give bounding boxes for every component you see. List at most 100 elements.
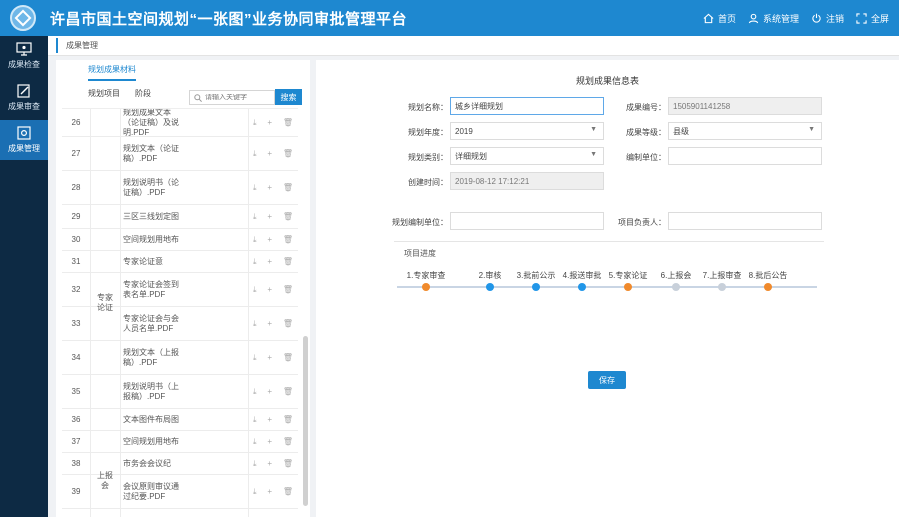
table-row[interactable]: 34 规划文本（上报稿）.PDF ⤓ + 🗑 (62, 341, 298, 375)
download-icon[interactable]: ⤓ (253, 118, 257, 128)
progress-step-dot[interactable] (578, 283, 586, 291)
row-file-name[interactable]: 文本图件布局图 (123, 415, 181, 425)
progress-step-label: 5.专家论证 (608, 271, 648, 280)
download-icon[interactable]: ⤓ (253, 387, 257, 397)
add-icon[interactable]: + (267, 353, 272, 363)
search-input[interactable] (205, 94, 273, 101)
delete-icon[interactable]: 🗑 (283, 415, 293, 425)
add-icon[interactable]: + (267, 459, 272, 469)
progress-step-dot[interactable] (718, 283, 726, 291)
add-icon[interactable]: + (267, 118, 272, 128)
search-button[interactable]: 搜索 (275, 89, 302, 105)
delete-icon[interactable]: 🗑 (283, 459, 293, 469)
download-icon[interactable]: ⤓ (253, 149, 257, 159)
sidebar-item-review[interactable]: 成果审查 (0, 78, 48, 118)
search-box[interactable] (189, 90, 275, 105)
delete-icon[interactable]: 🗑 (283, 487, 293, 497)
delete-icon[interactable]: 🗑 (283, 118, 293, 128)
plan-year-select[interactable]: 2019 ▼ (450, 122, 604, 140)
download-icon[interactable]: ⤓ (253, 437, 257, 447)
row-file-name[interactable]: 专家论证意见.PDF (123, 257, 181, 267)
table-row[interactable]: 26 规划成果文本（论证稿）及说明.PDF ⤓ + 🗑 (62, 109, 298, 137)
sidebar-item-check[interactable]: 成果检查 (0, 36, 48, 76)
breadcrumb-tab[interactable]: 成果管理 (56, 38, 106, 53)
save-button[interactable]: 保存 (588, 371, 626, 389)
download-icon[interactable]: ⤓ (253, 212, 257, 222)
delete-icon[interactable]: 🗑 (283, 235, 293, 245)
row-file-name[interactable]: 专家论证会与会人员名单.PDF (123, 314, 181, 334)
download-icon[interactable]: ⤓ (253, 183, 257, 193)
add-icon[interactable]: + (267, 149, 272, 159)
table-row[interactable]: 35 规划说明书（上报稿）.PDF ⤓ + 🗑 (62, 375, 298, 409)
download-icon[interactable]: ⤓ (253, 257, 257, 267)
download-icon[interactable]: ⤓ (253, 285, 257, 295)
row-file-name[interactable]: 会议原则审议通过纪要.PDF (123, 482, 181, 502)
download-icon[interactable]: ⤓ (253, 487, 257, 497)
download-icon[interactable]: ⤓ (253, 235, 257, 245)
progress-step-dot[interactable] (764, 283, 772, 291)
nav-fullscreen[interactable]: 全屏 (856, 12, 889, 25)
delete-icon[interactable]: 🗑 (283, 285, 293, 295)
download-icon[interactable]: ⤓ (253, 319, 257, 329)
maker-field[interactable] (450, 212, 604, 230)
progress-step-dot[interactable] (532, 283, 540, 291)
delete-icon[interactable]: 🗑 (283, 257, 293, 267)
nav-home[interactable]: 首页 (703, 12, 736, 25)
delete-icon[interactable]: 🗑 (283, 319, 293, 329)
download-icon[interactable]: ⤓ (253, 415, 257, 425)
plan-name-field[interactable]: 城乡详细规划 (450, 97, 604, 115)
table-row[interactable]: 37 空间规划用地布局图 ⤓ + 🗑 (62, 431, 298, 453)
row-file-name[interactable]: 市务会会议纪要.PDF (123, 459, 181, 469)
table-row[interactable]: 28 规划说明书（论证稿）.PDF ⤓ + 🗑 (62, 171, 298, 205)
download-icon[interactable]: ⤓ (253, 459, 257, 469)
row-file-name[interactable]: 规划说明书（上报稿）.PDF (123, 382, 181, 402)
add-icon[interactable]: + (267, 319, 272, 329)
add-icon[interactable]: + (267, 387, 272, 397)
table-row[interactable]: 27 规划文本（论证稿）.PDF ⤓ + 🗑 (62, 137, 298, 171)
delete-icon[interactable]: 🗑 (283, 437, 293, 447)
add-icon[interactable]: + (267, 183, 272, 193)
delete-icon[interactable]: 🗑 (283, 183, 293, 193)
delete-icon[interactable]: 🗑 (283, 387, 293, 397)
table-row[interactable]: 31 专家论证意见.PDF ⤓ + 🗑 (62, 251, 298, 273)
row-file-name[interactable]: 规划成果文本（论证稿）及说明.PDF (123, 109, 181, 138)
table-row[interactable]: 30 空间规划用地布局图 ⤓ + 🗑 (62, 229, 298, 251)
row-file-name[interactable]: 三区三线划定图 (123, 212, 181, 222)
owner-field[interactable] (668, 212, 822, 230)
nav-logout[interactable]: 注销 (811, 12, 844, 25)
scrollbar[interactable] (303, 336, 308, 506)
progress-step-dot[interactable] (486, 283, 494, 291)
row-number: 33 (71, 319, 81, 328)
table-row[interactable]: 36 文本图件布局图 ⤓ + 🗑 (62, 409, 298, 431)
add-icon[interactable]: + (267, 257, 272, 267)
add-icon[interactable]: + (267, 212, 272, 222)
row-file-name[interactable]: 规划文本（上报稿）.PDF (123, 348, 181, 368)
add-icon[interactable]: + (267, 235, 272, 245)
nav-home-label: 首页 (717, 13, 736, 24)
delete-icon[interactable]: 🗑 (283, 149, 293, 159)
row-file-name[interactable]: 空间规划用地布局图 (123, 437, 181, 447)
delete-icon[interactable]: 🗑 (283, 353, 293, 363)
progress-step-dot[interactable] (624, 283, 632, 291)
add-icon[interactable]: + (267, 437, 272, 447)
row-file-name[interactable]: 规划说明书（论证稿）.PDF (123, 178, 181, 198)
plan-type-select[interactable]: 详细规划 ▼ (450, 147, 604, 165)
org-field[interactable] (668, 147, 822, 165)
row-file-name[interactable]: 规划文本（论证稿）.PDF (123, 144, 181, 164)
table-row[interactable]: 29 三区三线划定图 ⤓ + 🗑 (62, 205, 298, 229)
progress-step-dot[interactable] (422, 283, 430, 291)
add-icon[interactable]: + (267, 487, 272, 497)
row-file-name[interactable]: 空间规划用地布局图 (123, 235, 181, 245)
row-actions: ⤓ + 🗑 (253, 118, 293, 128)
row-file-name[interactable]: 专家论证会签到表名单.PDF (123, 280, 181, 300)
download-icon[interactable]: ⤓ (253, 353, 257, 363)
add-icon[interactable]: + (267, 415, 272, 425)
nav-system[interactable]: 系统管理 (748, 12, 799, 25)
row-actions: ⤓ + 🗑 (253, 285, 293, 295)
result-level-select[interactable]: 县级 ▼ (668, 122, 822, 140)
add-icon[interactable]: + (267, 285, 272, 295)
delete-icon[interactable]: 🗑 (283, 212, 293, 222)
tab-materials[interactable]: 规划成果材料 (88, 64, 136, 81)
progress-step-dot[interactable] (672, 283, 680, 291)
sidebar-item-manage[interactable]: 成果管理 (0, 120, 48, 160)
